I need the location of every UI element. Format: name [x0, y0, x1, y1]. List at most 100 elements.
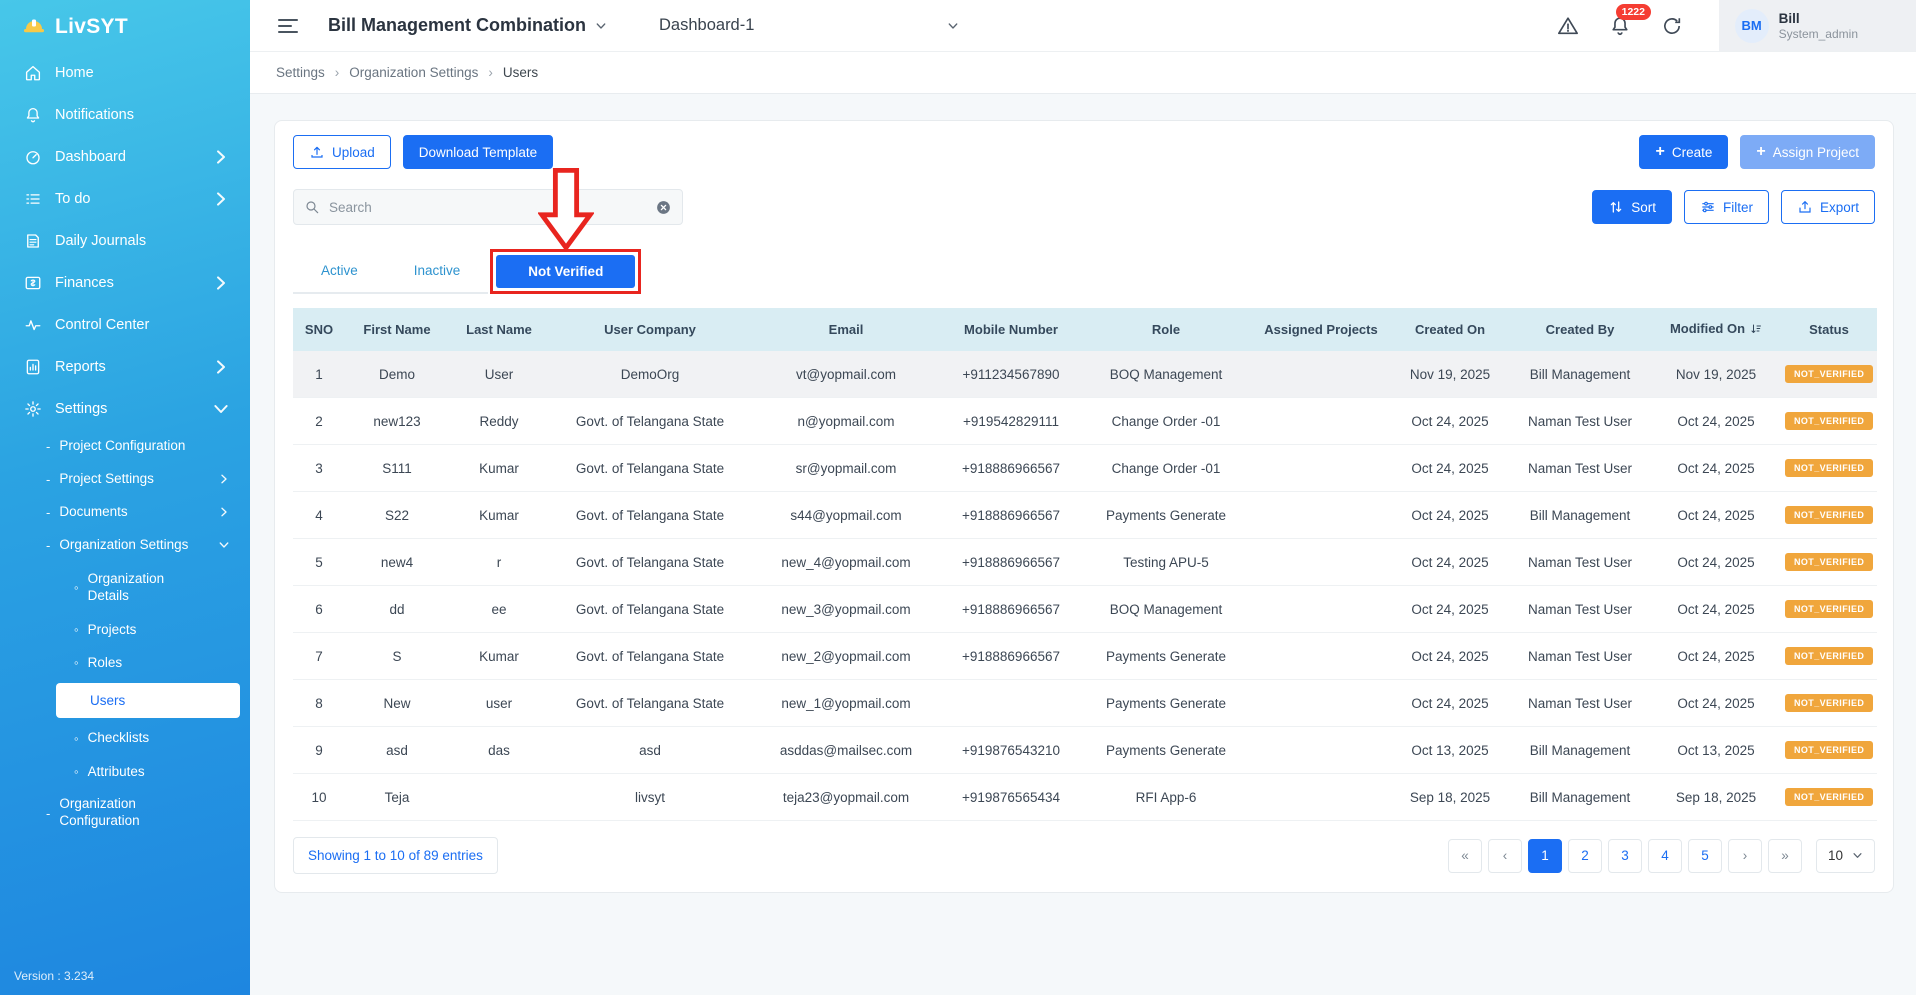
sidebar-item-organization-details[interactable]: ◦Organization Details: [0, 562, 250, 613]
create-button[interactable]: + Create: [1639, 135, 1728, 169]
sidebar-item-roles[interactable]: ◦Roles: [0, 646, 250, 680]
column-header-email[interactable]: Email: [751, 308, 941, 351]
breadcrumb-settings[interactable]: Settings: [276, 65, 325, 80]
cell-created-by: Naman Test User: [1509, 539, 1651, 586]
upload-button[interactable]: Upload: [293, 135, 391, 169]
cell-mobile-number: +918886966567: [941, 445, 1081, 492]
clear-search-icon[interactable]: [655, 199, 672, 216]
column-header-mobile-number[interactable]: Mobile Number: [941, 308, 1081, 351]
prev-page-button[interactable]: ‹: [1488, 839, 1522, 873]
cell-email: n@yopmail.com: [751, 398, 941, 445]
cell-status: NOT_VERIFIED: [1781, 351, 1877, 398]
hamburger-menu-icon[interactable]: [276, 13, 300, 39]
tab-active[interactable]: Active: [293, 249, 386, 294]
table-header-row: SNOFirst NameLast NameUser CompanyEmailM…: [293, 308, 1877, 351]
first-page-button[interactable]: «: [1448, 839, 1482, 873]
table-row[interactable]: 10Tejalivsytteja23@yopmail.com+919876565…: [293, 774, 1877, 821]
cell-last-name: Kumar: [449, 445, 549, 492]
chevron-right-icon: [218, 473, 230, 485]
table-row[interactable]: 5new4rGovt. of Telangana Statenew_4@yopm…: [293, 539, 1877, 586]
last-page-button[interactable]: »: [1768, 839, 1802, 873]
table-row[interactable]: 1DemoUserDemoOrgvt@yopmail.com+911234567…: [293, 351, 1877, 398]
breadcrumb-organization-settings[interactable]: Organization Settings: [349, 65, 478, 80]
column-header-status[interactable]: Status: [1781, 308, 1877, 351]
sidebar-item-home[interactable]: Home: [0, 52, 250, 94]
sidebar-item-daily-journals[interactable]: Daily Journals: [0, 220, 250, 262]
table-row[interactable]: 9asddasasdasddas@mailsec.com+91987654321…: [293, 727, 1877, 774]
table-row[interactable]: 8NewuserGovt. of Telangana Statenew_1@yo…: [293, 680, 1877, 727]
sidebar-item-to-do[interactable]: To do: [0, 178, 250, 220]
export-button[interactable]: Export: [1781, 190, 1875, 224]
column-header-sno[interactable]: SNO: [293, 308, 345, 351]
filter-button[interactable]: Filter: [1684, 190, 1769, 224]
page-button-2[interactable]: 2: [1568, 839, 1602, 873]
column-header-user-company[interactable]: User Company: [549, 308, 751, 351]
tab-inactive[interactable]: Inactive: [386, 249, 489, 294]
dash-marker: -: [46, 505, 50, 520]
page-size-select[interactable]: 10: [1816, 839, 1875, 873]
column-header-created-by[interactable]: Created By: [1509, 308, 1651, 351]
sidebar-item-label: Notifications: [55, 107, 134, 123]
cell-assigned-projects: [1251, 445, 1391, 492]
assign-project-button[interactable]: + Assign Project: [1740, 135, 1875, 169]
gear-icon: [24, 400, 42, 418]
cell-created-on: Oct 24, 2025: [1391, 492, 1509, 539]
user-text: Bill System_admin: [1779, 11, 1858, 41]
sidebar-item-project-settings[interactable]: -Project Settings: [0, 463, 250, 496]
breadcrumb-separator: ›: [335, 65, 340, 80]
sidebar-item-organization-settings[interactable]: -Organization Settings: [0, 529, 250, 562]
column-header-first-name[interactable]: First Name: [345, 308, 449, 351]
cell-mobile-number: +918886966567: [941, 539, 1081, 586]
table-footer: Showing 1 to 10 of 89 entries «‹12345›»1…: [293, 837, 1875, 874]
column-header-created-on[interactable]: Created On: [1391, 308, 1509, 351]
sidebar-item-label: Projects: [88, 621, 137, 639]
sidebar-item-dashboard[interactable]: Dashboard: [0, 136, 250, 178]
table-row[interactable]: 3S111KumarGovt. of Telangana Statesr@yop…: [293, 445, 1877, 492]
sort-button[interactable]: Sort: [1592, 190, 1672, 224]
search-input[interactable]: [329, 200, 646, 215]
table-row[interactable]: 2new123ReddyGovt. of Telangana Staten@yo…: [293, 398, 1877, 445]
column-header-last-name[interactable]: Last Name: [449, 308, 549, 351]
table-row[interactable]: 4S22KumarGovt. of Telangana States44@yop…: [293, 492, 1877, 539]
cell-email: new_4@yopmail.com: [751, 539, 941, 586]
cell-assigned-projects: [1251, 586, 1391, 633]
cell-status: NOT_VERIFIED: [1781, 539, 1877, 586]
sidebar-item-projects[interactable]: ◦Projects: [0, 613, 250, 647]
cell-sno: 1: [293, 351, 345, 398]
cell-modified-on: Sep 18, 2025: [1651, 774, 1781, 821]
page-button-3[interactable]: 3: [1608, 839, 1642, 873]
sidebar-item-reports[interactable]: Reports: [0, 346, 250, 388]
home-icon: [24, 64, 42, 82]
sidebar-item-project-configuration[interactable]: -Project Configuration: [0, 430, 250, 463]
logo[interactable]: LivSYT: [0, 0, 250, 52]
sidebar-item-notifications[interactable]: Notifications: [0, 94, 250, 136]
sidebar-item-attributes[interactable]: ◦Attributes: [0, 755, 250, 789]
user-menu[interactable]: BM Bill System_admin: [1719, 0, 1916, 51]
bell-icon: [24, 106, 42, 124]
sidebar-item-settings[interactable]: Settings: [0, 388, 250, 430]
page-button-4[interactable]: 4: [1648, 839, 1682, 873]
sidebar-item-documents[interactable]: -Documents: [0, 496, 250, 529]
refresh-icon[interactable]: [1661, 15, 1683, 37]
page-button-1[interactable]: 1: [1528, 839, 1562, 873]
next-page-button[interactable]: ›: [1728, 839, 1762, 873]
project-combination-select[interactable]: Bill Management Combination: [328, 15, 607, 36]
page-button-5[interactable]: 5: [1688, 839, 1722, 873]
notifications-button[interactable]: 1222: [1609, 15, 1631, 37]
table-row[interactable]: 7SKumarGovt. of Telangana Statenew_2@yop…: [293, 633, 1877, 680]
column-header-modified-on[interactable]: Modified On: [1651, 308, 1781, 351]
sidebar-item-finances[interactable]: Finances: [0, 262, 250, 304]
sidebar-item-users[interactable]: ◦Users: [56, 683, 240, 719]
tab-not-verified[interactable]: Not Verified: [496, 255, 635, 288]
download-template-button[interactable]: Download Template: [403, 135, 553, 169]
cell-mobile-number: +918886966567: [941, 586, 1081, 633]
column-header-assigned-projects[interactable]: Assigned Projects: [1251, 308, 1391, 351]
dashboard-select[interactable]: Dashboard-1: [659, 16, 959, 35]
cell-created-by: Bill Management: [1509, 727, 1651, 774]
column-header-role[interactable]: Role: [1081, 308, 1251, 351]
sidebar-item-control-center[interactable]: Control Center: [0, 304, 250, 346]
table-row[interactable]: 6ddeeGovt. of Telangana Statenew_3@yopma…: [293, 586, 1877, 633]
sidebar-item-organization-configuration[interactable]: -Organization Configuration: [0, 788, 250, 838]
warning-icon[interactable]: [1557, 15, 1579, 37]
sidebar-item-checklists[interactable]: ◦Checklists: [0, 721, 250, 755]
